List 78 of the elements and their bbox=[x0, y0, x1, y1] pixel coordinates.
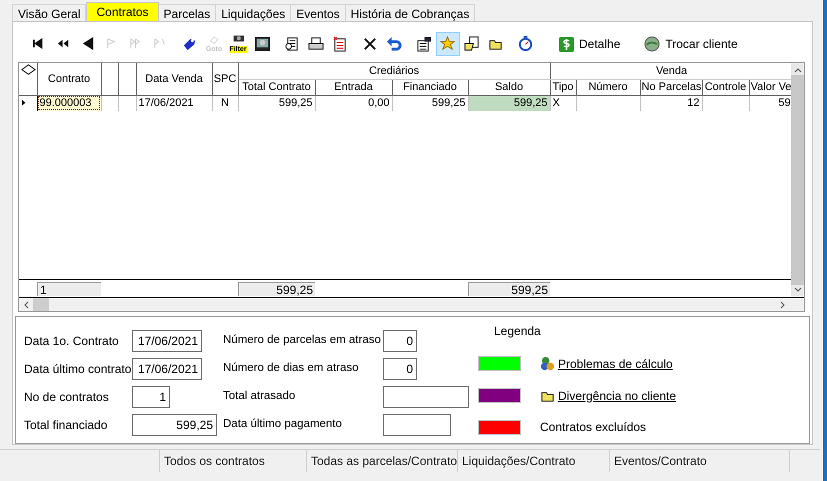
tab[interactable]: Eventos bbox=[291, 4, 346, 21]
column-header[interactable]: Financiado bbox=[392, 79, 468, 95]
table-cell: 99.000003 bbox=[37, 95, 101, 111]
status-panel: Liquidações/Contrato bbox=[458, 450, 610, 472]
column-header[interactable]: Total Contrato bbox=[238, 79, 315, 95]
column-header[interactable]: Data Venda bbox=[136, 63, 212, 95]
input-field[interactable] bbox=[383, 386, 469, 408]
total-cell: 599,25 bbox=[238, 282, 315, 296]
toolbar-button[interactable]: Detalhe bbox=[554, 32, 624, 56]
left-arrow-icon bbox=[80, 36, 96, 52]
column-header[interactable]: Controle bbox=[702, 79, 750, 95]
status-panel: Eventos/Contrato bbox=[610, 450, 790, 472]
input-field[interactable]: 17/06/2021 bbox=[132, 358, 202, 380]
table-cell: 17/06/2021 bbox=[136, 95, 212, 111]
field-label: Número de parcelas em atraso bbox=[223, 333, 382, 348]
monitor-icon bbox=[254, 36, 270, 52]
printer-icon bbox=[308, 36, 324, 52]
folder-document-icon bbox=[464, 36, 480, 52]
column-header[interactable]: Número bbox=[576, 79, 640, 95]
table-cell: N bbox=[212, 95, 238, 111]
star-icon bbox=[440, 36, 456, 52]
input-field[interactable]: 0 bbox=[383, 330, 417, 352]
table-cell: 0,00 bbox=[315, 95, 392, 111]
table-cell: 599,25 bbox=[468, 95, 550, 111]
column-header[interactable]: Entrada bbox=[315, 79, 392, 95]
star-button[interactable] bbox=[436, 32, 460, 56]
field-label: Total atrasado bbox=[223, 389, 296, 404]
stopwatch-icon bbox=[518, 36, 534, 52]
legend-title: Legenda bbox=[494, 323, 542, 340]
column-header[interactable]: Contrato bbox=[37, 63, 101, 95]
input-field[interactable]: 17/06/2021 bbox=[132, 330, 202, 352]
tab[interactable]: Visão Geral bbox=[12, 4, 86, 21]
tab[interactable]: Parcelas bbox=[158, 4, 216, 21]
column-header[interactable]: No Parcelas bbox=[640, 79, 702, 95]
tag-icon bbox=[182, 36, 198, 52]
input-field[interactable]: 599,25 bbox=[132, 414, 217, 436]
table-cell: X bbox=[550, 95, 576, 111]
field-label: Número de dias em atraso bbox=[223, 361, 360, 376]
scroll-down-icon[interactable] bbox=[794, 287, 802, 293]
document-icon bbox=[332, 36, 348, 52]
input-field[interactable]: 1 bbox=[132, 386, 170, 408]
legend-link[interactable]: Problemas de cálculo bbox=[558, 354, 673, 373]
dollar-icon bbox=[558, 36, 575, 52]
total-cell: 1 bbox=[37, 282, 101, 296]
table-cell: 12 bbox=[640, 95, 702, 111]
scroll-left-icon[interactable] bbox=[23, 300, 29, 308]
input-field[interactable]: 0 bbox=[383, 358, 417, 380]
horizontal-scrollbar[interactable] bbox=[19, 297, 804, 311]
scroll-right-icon[interactable] bbox=[780, 300, 786, 308]
table-cell: 599,25 bbox=[392, 95, 468, 111]
field-label: Data último pagamento bbox=[223, 417, 343, 432]
total-cell: 599,25 bbox=[468, 282, 550, 296]
legend-link[interactable]: Divergência no cliente bbox=[558, 386, 676, 404]
close-icon bbox=[362, 36, 378, 52]
column-group-header: Crediários bbox=[238, 63, 550, 79]
column-header[interactable]: Tipo bbox=[550, 79, 576, 95]
input-field[interactable] bbox=[383, 414, 451, 436]
field-label: No de contratos bbox=[24, 389, 110, 406]
print-preview-icon bbox=[284, 36, 300, 52]
column-header[interactable]: Saldo bbox=[468, 79, 550, 95]
status-panel: Todas as parcelas/Contrato bbox=[307, 450, 458, 472]
scroll-up-icon[interactable] bbox=[794, 67, 802, 73]
tab[interactable]: Contratos bbox=[86, 2, 159, 21]
scrollbar-thumb[interactable] bbox=[33, 298, 49, 311]
field-label: Total financiado bbox=[24, 417, 108, 434]
field-label: Data 1o. Contrato bbox=[24, 333, 120, 350]
field-label: Data último contrato bbox=[24, 361, 132, 378]
tab[interactable]: Liquidações bbox=[216, 4, 292, 21]
legend-label: Contratos excluídos bbox=[540, 419, 646, 436]
table-cell: 599,25 bbox=[238, 95, 315, 111]
coins-icon bbox=[540, 356, 556, 372]
properties-icon bbox=[416, 36, 432, 52]
toolbar-button[interactable]: Trocar cliente bbox=[640, 32, 742, 56]
tab[interactable]: História de Cobranças bbox=[346, 4, 476, 21]
undo-icon bbox=[386, 36, 402, 52]
status-panel: Todos os contratos bbox=[160, 450, 307, 472]
column-header[interactable]: SPC bbox=[212, 63, 238, 95]
globe-icon bbox=[644, 36, 662, 52]
